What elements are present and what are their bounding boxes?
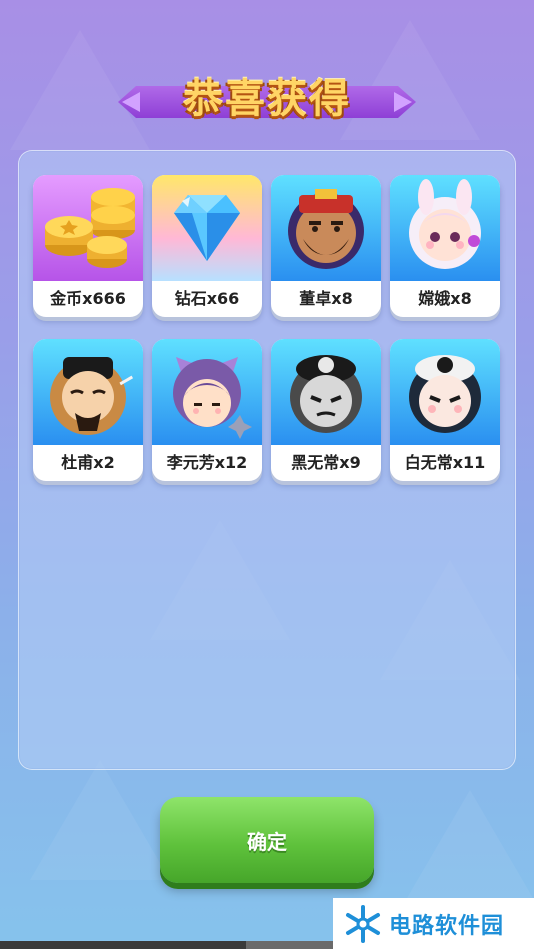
reward-card[interactable]: 嫦娥x8 [390, 175, 500, 317]
reward-label: 钻石x66 [174, 289, 240, 308]
rewards-grid: 金币x666 钻石x66 董卓x8 嫦娥x8 杜甫x2 李元芳x12 黑无常x9… [33, 175, 500, 481]
reward-label: 嫦娥x8 [418, 289, 472, 308]
reward-label: 金币x666 [50, 289, 126, 308]
liyuanfang-avatar [152, 339, 262, 445]
watermark: 电路软件园 [333, 898, 534, 949]
change-avatar [390, 175, 500, 281]
reward-card[interactable]: 董卓x8 [271, 175, 381, 317]
snowflake-logo-icon [346, 904, 380, 943]
confirm-button[interactable]: 确定 [160, 797, 374, 883]
reward-label: 杜甫x2 [61, 453, 115, 472]
dufu-avatar [33, 339, 143, 445]
diamond-icon [152, 175, 262, 281]
reward-card[interactable]: 金币x666 [33, 175, 143, 317]
reward-label: 董卓x8 [299, 289, 353, 308]
title-banner: 恭喜获得 [118, 62, 416, 122]
reward-card[interactable]: 黑无常x9 [271, 339, 381, 481]
heiwuchang-avatar [271, 339, 381, 445]
bg-triangle [30, 760, 170, 880]
watermark-text: 电路软件园 [389, 913, 505, 939]
reward-card[interactable]: 李元芳x12 [152, 339, 262, 481]
reward-label: 黑无常x9 [291, 453, 361, 472]
gold-coins-icon [33, 175, 143, 281]
reward-card[interactable]: 杜甫x2 [33, 339, 143, 481]
baiwuchang-avatar [390, 339, 500, 445]
reward-card[interactable]: 钻石x66 [152, 175, 262, 317]
dongzhuo-avatar [271, 175, 381, 281]
page-title: 恭喜获得 [183, 76, 351, 122]
bg-triangle [400, 790, 534, 910]
bottom-bar [0, 941, 333, 949]
reward-label: 白无常x11 [404, 453, 486, 472]
rewards-panel: 金币x666 钻石x66 董卓x8 嫦娥x8 杜甫x2 李元芳x12 黑无常x9… [18, 150, 516, 770]
reward-card[interactable]: 白无常x11 [390, 339, 500, 481]
reward-label: 李元芳x12 [166, 453, 248, 472]
